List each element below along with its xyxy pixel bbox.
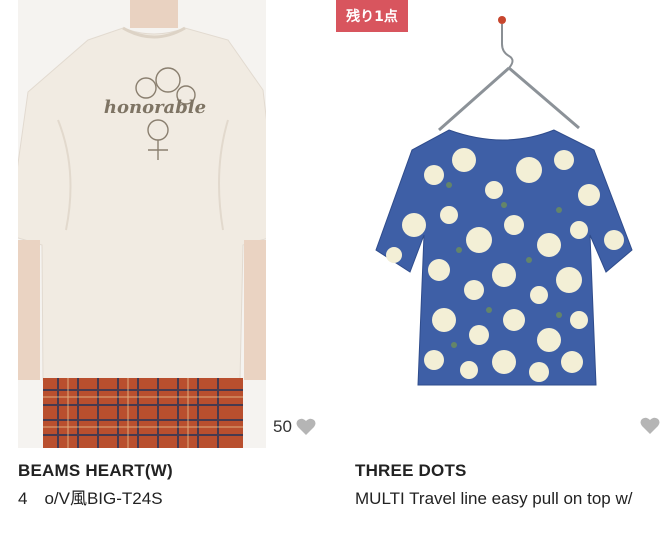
stock-badge: 残り1点 [336, 0, 408, 32]
product-image[interactable]: honorable [18, 0, 266, 448]
product-image[interactable] [354, 0, 654, 448]
product-name[interactable]: 4 o/V風BIG-T24S [18, 485, 163, 512]
like-count: 50 [273, 417, 292, 436]
heart-icon [296, 418, 316, 435]
product-name[interactable]: MULTI Travel line easy pull on top w/ [355, 485, 655, 512]
heart-icon [640, 417, 660, 434]
like-button[interactable] [636, 417, 660, 435]
brand-name[interactable]: BEAMS HEART(W) [18, 461, 173, 481]
shirt-print-text: honorable [104, 97, 206, 118]
like-button[interactable]: 50 [273, 417, 316, 437]
brand-name[interactable]: THREE DOTS [355, 461, 467, 481]
hanger-blouse-image [354, 0, 654, 448]
model-tshirt-image: honorable [18, 0, 266, 448]
